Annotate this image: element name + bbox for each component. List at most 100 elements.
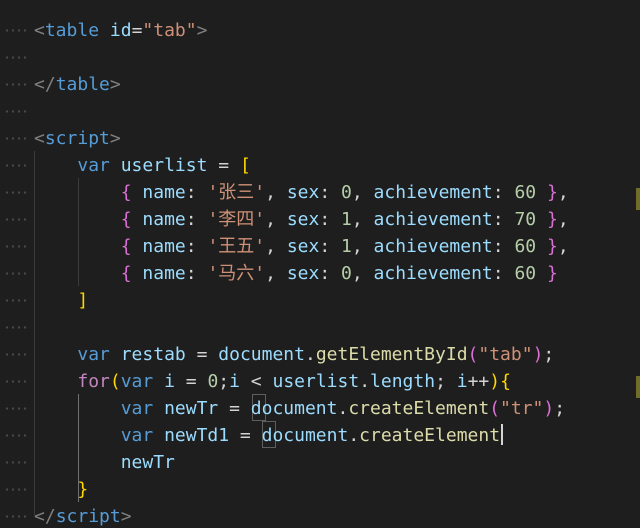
code-token: name — [142, 209, 186, 230]
code-token: } — [546, 209, 558, 230]
code-line[interactable] — [0, 314, 640, 341]
code-token: . — [348, 425, 360, 446]
code-token: = — [229, 425, 262, 446]
code-line[interactable]: { name: '马六', sex: 0, achievement: 60 } — [0, 260, 640, 287]
code-line[interactable]: { name: '张三', sex: 0, achievement: 60 }, — [0, 179, 640, 206]
code-token: > — [120, 506, 132, 527]
code-token: name — [142, 182, 186, 203]
code-token: , — [351, 236, 374, 257]
code-token: achievement — [373, 209, 493, 230]
code-token: = — [218, 398, 251, 419]
code-token: : — [319, 236, 342, 257]
code-token: : — [492, 236, 515, 257]
code-token: sex — [286, 182, 320, 203]
code-token: , — [557, 236, 569, 257]
code-token: 60 — [514, 236, 537, 257]
code-token: length — [370, 371, 436, 392]
code-token: : — [492, 263, 515, 284]
code-token: , — [265, 209, 287, 230]
code-token: { — [120, 236, 132, 257]
code-token: . — [337, 398, 349, 419]
whitespace-dots — [4, 179, 30, 206]
code-line[interactable]: var newTd1 = document.createElement — [0, 422, 640, 449]
code-text: var newTd1 = document.createElement — [34, 422, 504, 449]
code-token: { — [120, 263, 132, 284]
code-token: : — [185, 236, 208, 257]
code-line[interactable]: var newTr = document.createElement("tr")… — [0, 395, 640, 422]
code-token: } — [546, 263, 558, 284]
code-token: '李四' — [207, 209, 266, 230]
code-line[interactable]: } — [0, 476, 640, 503]
code-token: : — [492, 182, 515, 203]
code-token: ++ — [467, 371, 490, 392]
code-line[interactable]: </script> — [0, 503, 640, 528]
code-token: , — [557, 182, 569, 203]
code-token: > — [109, 74, 121, 95]
code-token: ; — [435, 371, 457, 392]
code-token: < — [34, 20, 45, 41]
text-cursor — [501, 424, 504, 445]
code-token: ; — [554, 398, 566, 419]
code-token: createElement — [348, 398, 490, 419]
code-line[interactable]: newTr — [0, 449, 640, 476]
code-line[interactable]: ] — [0, 287, 640, 314]
code-token: 0 — [207, 371, 219, 392]
code-text: var newTr = document.createElement("tr")… — [34, 395, 565, 422]
code-token: < — [239, 371, 273, 392]
code-line[interactable] — [0, 44, 640, 71]
code-line[interactable]: </table> — [0, 71, 640, 98]
code-line[interactable]: var userlist = [ — [0, 152, 640, 179]
code-token: ) — [532, 344, 544, 365]
code-token: userlist — [120, 155, 208, 176]
code-line[interactable]: <script> — [0, 125, 640, 152]
code-token: name — [142, 263, 186, 284]
code-token: { — [120, 209, 132, 230]
whitespace-dots — [4, 368, 30, 395]
whitespace-dots — [4, 98, 30, 125]
code-token: getElementById — [315, 344, 468, 365]
code-token: 0 — [341, 263, 352, 284]
code-token: '马六' — [207, 263, 266, 284]
code-token: document — [218, 344, 305, 365]
code-text: newTr — [34, 449, 175, 476]
code-token: '张三' — [207, 182, 266, 203]
code-token: newTr — [120, 452, 175, 473]
code-token: } — [546, 236, 558, 257]
code-line[interactable]: { name: '李四', sex: 1, achievement: 70 }, — [0, 206, 640, 233]
code-token: , — [265, 263, 287, 284]
code-line[interactable] — [0, 98, 640, 125]
code-token: . — [359, 371, 371, 392]
whitespace-dots — [4, 206, 30, 233]
code-token: = — [185, 344, 219, 365]
code-token: : — [185, 263, 208, 284]
code-token: = — [174, 371, 208, 392]
code-editor[interactable]: <table id="tab"> </table> <script> var use… — [0, 0, 640, 528]
code-token: achievement — [373, 236, 493, 257]
code-line[interactable]: <table id="tab"> — [0, 17, 640, 44]
code-token: , — [265, 182, 287, 203]
code-token: var — [120, 425, 154, 446]
code-token: id — [109, 20, 132, 41]
code-line[interactable]: { name: '王五', sex: 1, achievement: 60 }, — [0, 233, 640, 260]
code-token: table — [44, 20, 100, 41]
code-token: 70 — [514, 209, 537, 230]
code-token: : — [319, 209, 342, 230]
code-token: , — [351, 182, 374, 203]
whitespace-dots — [4, 341, 30, 368]
code-token: document — [250, 398, 338, 419]
code-line[interactable]: for(var i = 0;i < userlist.length; i++){ — [0, 368, 640, 395]
whitespace-dots — [4, 422, 30, 449]
code-token: i — [456, 371, 468, 392]
code-text: var restab = document.getElementById("ta… — [34, 341, 554, 368]
code-line[interactable]: var restab = document.getElementById("ta… — [0, 341, 640, 368]
code-text: </script> — [34, 503, 132, 528]
